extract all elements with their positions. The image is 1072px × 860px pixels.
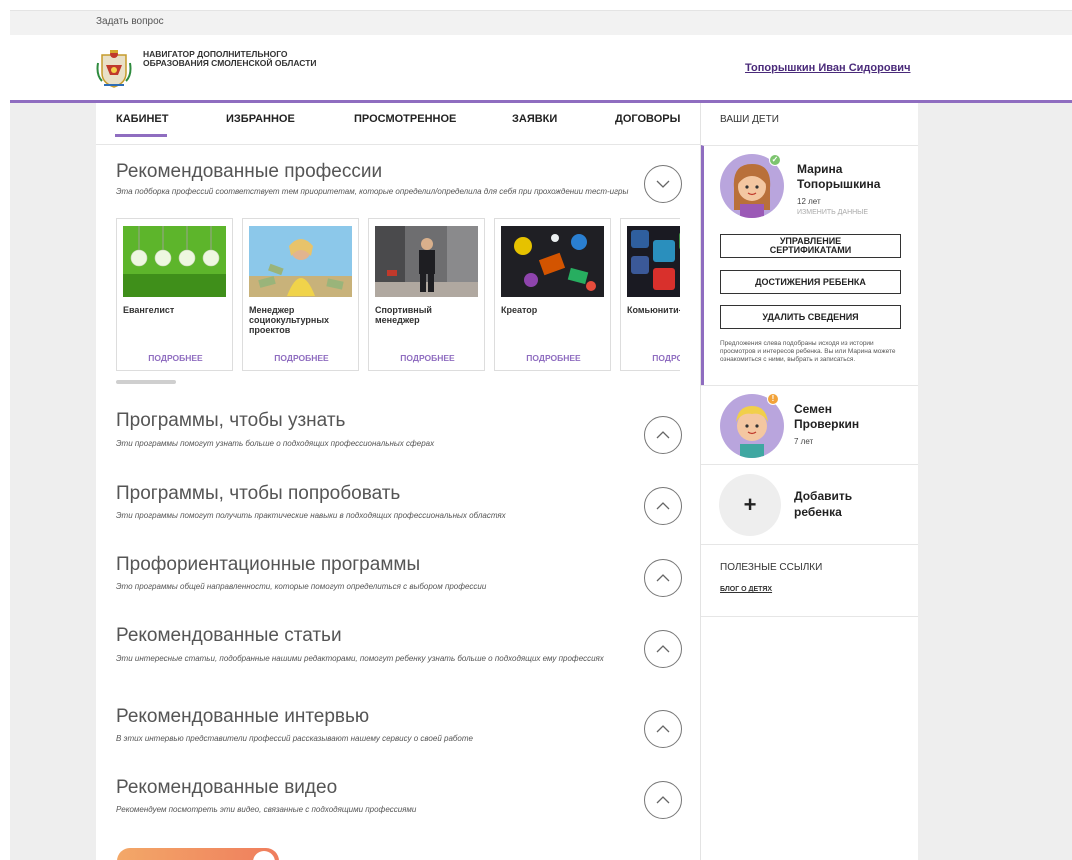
woman-money-image	[249, 226, 352, 297]
useful-links-title: ПОЛЕЗНЫЕ ССЫЛКИ	[720, 562, 823, 573]
ask-question-link[interactable]: Задать вопрос	[96, 16, 164, 27]
section-title-career-guidance: Профориентационные программы	[116, 554, 421, 575]
chevron-up-icon	[656, 725, 670, 733]
profession-cards-carousel[interactable]: Евангелист ПОДРОБНЕЕ Менеджер социокульт…	[116, 218, 680, 373]
child-last-name: Проверкин	[794, 417, 860, 431]
add-child-block[interactable]: + Добавить ребенка	[701, 465, 918, 545]
main-content: КАБИНЕТ ИЗБРАННОЕ ПРОСМОТРЕННОЕ ЗАЯВКИ Д…	[96, 103, 700, 860]
child-age: 12 лет	[797, 197, 821, 206]
expand-videos-button[interactable]	[644, 781, 682, 819]
profession-card[interactable]: Евангелист ПОДРОБНЕЕ	[116, 218, 233, 371]
child-card-semen[interactable]: ! Семен Проверкин 7 лет	[701, 385, 918, 465]
more-link[interactable]: ПОДРОБНЕЕ	[621, 353, 680, 363]
warning-badge-icon: !	[767, 393, 779, 405]
tab-contracts[interactable]: ДОГОВОРЫ	[615, 113, 680, 125]
section-desc-interviews: В этих интервью представители профессий …	[116, 734, 473, 743]
sidebar-title: ВАШИ ДЕТИ	[720, 114, 779, 125]
manage-certificates-label-2: СЕРТИФИКАТАМИ	[769, 245, 852, 255]
delete-info-button[interactable]: УДАЛИТЬ СВЕДЕНИЯ	[720, 305, 901, 329]
expand-career-guidance-button[interactable]	[644, 559, 682, 597]
orange-action-button[interactable]	[117, 848, 279, 860]
more-link[interactable]: ПОДРОБНЕЕ	[495, 353, 612, 363]
profession-name: Креатор	[501, 305, 538, 315]
creative-objects-image	[501, 226, 604, 297]
child-card-marina[interactable]: ✓ Марина Топорышкина 12 лет ИЗМЕНИТЬ ДАН…	[701, 145, 918, 385]
tab-viewed[interactable]: ПРОСМОТРЕННОЕ	[354, 113, 456, 125]
user-profile-link[interactable]: Топорышкин Иван Сидорович	[745, 62, 910, 74]
page-background-left	[10, 103, 96, 860]
child-first-name: Семен	[794, 402, 832, 416]
tab-applications[interactable]: ЗАЯВКИ	[512, 113, 557, 125]
profession-card[interactable]: Менеджер социокультурных проектов ПОДРОБ…	[242, 218, 359, 371]
section-title-professions: Рекомендованные профессии	[116, 161, 383, 182]
profession-card[interactable]: Комьюнити-менеджер ПОДРОБНЕЕ	[620, 218, 680, 371]
button-knob	[253, 851, 275, 860]
section-desc-videos: Рекомендуем посмотреть эти видео, связан…	[116, 805, 417, 814]
section-title-learn: Программы, чтобы узнать	[116, 410, 346, 431]
chevron-up-icon	[656, 574, 670, 582]
profession-name: Спортивный менеджер	[375, 305, 432, 325]
profession-card[interactable]: Спортивный менеджер ПОДРОБНЕЕ	[368, 218, 485, 371]
add-child-label-1[interactable]: Добавить	[794, 489, 852, 504]
collapse-professions-button[interactable]	[644, 165, 682, 203]
chevron-down-icon	[656, 180, 670, 188]
more-link[interactable]: ПОДРОБНЕЕ	[243, 353, 360, 363]
chevron-up-icon	[656, 796, 670, 804]
achievements-button[interactable]: ДОСТИЖЕНИЯ РЕБЕНКА	[720, 270, 901, 294]
carousel-scrollbar[interactable]	[116, 380, 176, 384]
more-link[interactable]: ПОДРОБНЕЕ	[117, 353, 234, 363]
expand-articles-button[interactable]	[644, 630, 682, 668]
profession-name: Евангелист	[123, 305, 175, 315]
recommendation-note: Предложения слева подобраны исходя из ис…	[720, 340, 896, 363]
child-last-name: Топорышкина	[797, 177, 881, 191]
section-title-try: Программы, чтобы попробовать	[116, 483, 401, 504]
verified-badge-icon: ✓	[769, 154, 781, 166]
profession-name: Менеджер социокультурных проектов	[249, 305, 330, 335]
profession-card[interactable]: Креатор ПОДРОБНЕЕ	[494, 218, 611, 371]
plus-icon: +	[743, 492, 757, 517]
child-first-name: Марина	[797, 162, 843, 176]
add-child-label-2[interactable]: ребенка	[794, 505, 842, 520]
more-link[interactable]: ПОДРОБНЕЕ	[369, 353, 486, 363]
tab-favorites[interactable]: ИЗБРАННОЕ	[226, 113, 295, 125]
section-desc-learn: Эти программы помогут узнать больше о по…	[116, 439, 435, 448]
cabinet-tabs: КАБИНЕТ ИЗБРАННОЕ ПРОСМОТРЕННОЕ ЗАЯВКИ Д…	[96, 103, 700, 145]
section-desc-professions: Эта подборка профессий соответствует тем…	[116, 187, 629, 196]
tab-cabinet[interactable]: КАБИНЕТ	[114, 113, 168, 137]
child-age: 7 лет	[794, 437, 814, 446]
section-title-articles: Рекомендованные статьи	[116, 625, 342, 646]
social-media-image	[627, 226, 680, 297]
coat-of-arms-logo[interactable]	[96, 49, 132, 89]
expand-learn-button[interactable]	[644, 416, 682, 454]
chevron-up-icon	[656, 502, 670, 510]
chevron-up-icon	[656, 645, 670, 653]
section-desc-try: Эти программы помогут получить практичес…	[116, 511, 506, 520]
sports-manager-image	[375, 226, 478, 297]
section-desc-career-guidance: Это программы общей направленности, кото…	[116, 582, 487, 591]
lightbulbs-image	[123, 226, 226, 297]
site-header: НАВИГАТОР ДОПОЛНИТЕЛЬНОГО ОБРАЗОВАНИЯ СМ…	[10, 35, 1072, 101]
brand-name[interactable]: НАВИГАТОР ДОПОЛНИТЕЛЬНОГО ОБРАЗОВАНИЯ СМ…	[143, 50, 323, 68]
profession-name: Комьюнити-менеджер	[627, 305, 680, 315]
expand-try-button[interactable]	[644, 487, 682, 525]
add-child-button[interactable]: +	[719, 474, 781, 536]
children-sidebar: ВАШИ ДЕТИ ✓ Марина Топорышкина 12 лет ИЗ…	[701, 103, 918, 860]
section-desc-articles: Эти интересные статьи, подобранные нашим…	[116, 654, 604, 663]
useful-links: ПОЛЕЗНЫЕ ССЫЛКИ БЛОГ О ДЕТЯХ	[701, 545, 918, 617]
manage-certificates-button[interactable]: УПРАВЛЕНИЕ СЕРТИФИКАТАМИ	[720, 234, 901, 258]
top-bar: Задать вопрос	[10, 10, 1072, 35]
edit-data-link[interactable]: ИЗМЕНИТЬ ДАННЫЕ	[797, 209, 868, 216]
page-background-right	[918, 103, 1072, 860]
section-title-videos: Рекомендованные видео	[116, 777, 338, 798]
blog-link[interactable]: БЛОГ О ДЕТЯХ	[720, 586, 772, 593]
section-title-interviews: Рекомендованные интервью	[116, 706, 370, 727]
chevron-up-icon	[656, 431, 670, 439]
expand-interviews-button[interactable]	[644, 710, 682, 748]
